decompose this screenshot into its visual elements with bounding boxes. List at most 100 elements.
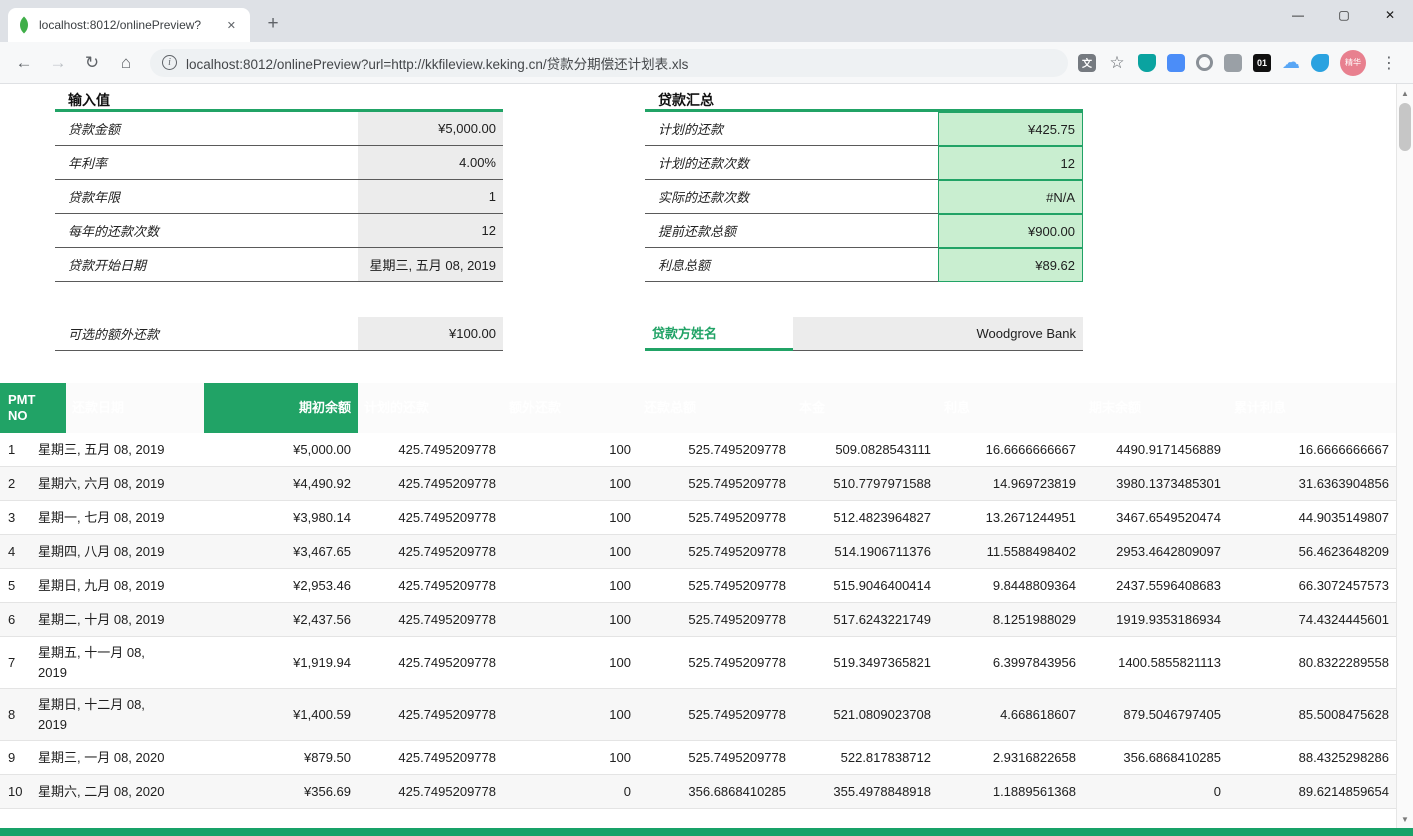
schedule-cell: 100 — [503, 472, 638, 495]
page-info-icon[interactable]: i — [162, 55, 177, 70]
schedule-cell: 3 — [0, 506, 33, 529]
schedule-cell: ¥3,467.65 — [204, 540, 358, 563]
extension-blue-icon[interactable] — [1167, 54, 1185, 72]
schedule-cell: 4 — [0, 540, 33, 563]
schedule-cell: 525.7495209778 — [638, 438, 793, 461]
field-row: 贷款年限1 — [55, 180, 503, 214]
reload-icon[interactable]: ↻ — [78, 49, 106, 77]
schedule-cell: 425.7495209778 — [358, 574, 503, 597]
bird-extension-icon[interactable] — [1311, 54, 1329, 72]
field-value: ¥900.00 — [938, 214, 1083, 248]
input-section: 输入值 贷款金额¥5,000.00年利率4.00%贷款年限1每年的还款次数12贷… — [55, 90, 503, 351]
bookmark-star-icon[interactable]: ☆ — [1107, 53, 1127, 73]
schedule-cell: 星期日, 九月 08, 2019 — [33, 572, 204, 600]
schedule-cell: 星期二, 十月 08, 2019 — [33, 606, 204, 634]
summary-section-title: 贷款汇总 — [645, 90, 1083, 109]
schedule-cell: 525.7495209778 — [638, 703, 793, 726]
table-row: 4星期四, 八月 08, 2019¥3,467.65425.7495209778… — [0, 535, 1396, 569]
address-bar[interactable]: i localhost:8012/onlinePreview?url=http:… — [150, 49, 1068, 77]
schedule-cell: ¥1,400.59 — [204, 703, 358, 726]
schedule-cell: ¥2,437.56 — [204, 608, 358, 631]
field-row: 提前还款总额¥900.00 — [645, 214, 1083, 248]
schedule-cell: 100 — [503, 651, 638, 674]
schedule-cell: 2437.5596408683 — [1083, 574, 1228, 597]
footer-accent-bar — [0, 828, 1413, 836]
tab-close-icon[interactable]: ✕ — [223, 17, 240, 34]
cloud-extension-icon[interactable]: ☁ — [1282, 54, 1300, 72]
profile-avatar[interactable]: 精华 — [1340, 50, 1366, 76]
field-label: 利息总额 — [645, 248, 938, 281]
schedule-cell: 16.6666666667 — [938, 438, 1083, 461]
scroll-up-icon[interactable]: ▲ — [1397, 85, 1413, 101]
schedule-cell: 11.5588498402 — [938, 540, 1083, 563]
schedule-cell: 9.8448809364 — [938, 574, 1083, 597]
schedule-header-cell: 还款总额 — [638, 383, 793, 433]
extension-gray-icon[interactable] — [1224, 54, 1242, 72]
schedule-cell: 6 — [0, 608, 33, 631]
field-value: ¥89.62 — [938, 248, 1083, 282]
schedule-cell: 44.9035149807 — [1228, 506, 1396, 529]
schedule-cell: 509.0828543111 — [793, 438, 938, 461]
new-tab-button[interactable]: + — [260, 11, 286, 37]
schedule-cell: 355.4978848918 — [793, 780, 938, 803]
schedule-cell: 星期五, 十一月 08, 2019 — [33, 639, 158, 686]
field-row: 年利率4.00% — [55, 146, 503, 180]
schedule-cell: 2 — [0, 472, 33, 495]
input-rows: 贷款金额¥5,000.00年利率4.00%贷款年限1每年的还款次数12贷款开始日… — [55, 112, 503, 282]
schedule-cell: 13.2671244951 — [938, 506, 1083, 529]
summary-spacer — [645, 282, 1083, 317]
schedule-cell: 9 — [0, 746, 33, 769]
browser-menu-icon[interactable]: ⋮ — [1377, 53, 1401, 73]
field-row: 计划的还款¥425.75 — [645, 112, 1083, 146]
table-row: 8星期日, 十二月 08, 2019¥1,400.59425.749520977… — [0, 689, 1396, 741]
schedule-cell: 356.6868410285 — [1083, 746, 1228, 769]
forward-icon[interactable]: → — [44, 49, 72, 77]
extension-ring-icon[interactable] — [1196, 54, 1213, 71]
schedule-cell: 1400.5855821113 — [1083, 651, 1228, 674]
close-button[interactable]: ✕ — [1367, 0, 1413, 30]
back-icon[interactable]: ← — [10, 49, 38, 77]
schedule-cell: 879.5046797405 — [1083, 703, 1228, 726]
extension-shield-icon[interactable] — [1138, 54, 1156, 72]
scrollbar-thumb[interactable] — [1399, 103, 1411, 151]
scroll-down-icon[interactable]: ▼ — [1397, 811, 1413, 827]
table-row: 5星期日, 九月 08, 2019¥2,953.46425.7495209778… — [0, 569, 1396, 603]
schedule-cell: 1.1889561368 — [938, 780, 1083, 803]
vertical-scrollbar[interactable]: ▲ ▼ — [1396, 84, 1413, 828]
input-section-title: 输入值 — [55, 90, 503, 109]
schedule-cell: 星期一, 七月 08, 2019 — [33, 504, 204, 532]
schedule-cell: 66.3072457573 — [1228, 574, 1396, 597]
schedule-cell: 356.6868410285 — [638, 780, 793, 803]
field-label: 提前还款总额 — [645, 214, 938, 247]
favicon-leaf-icon — [16, 17, 33, 34]
schedule-header-cell: 期末余额 — [1083, 383, 1228, 433]
schedule-cell: 80.8322289558 — [1228, 651, 1396, 674]
schedule-cell: 星期六, 六月 08, 2019 — [33, 470, 204, 498]
lender-label: 贷款方姓名 — [645, 317, 793, 351]
schedule-header-cell: 计划的还款 — [358, 383, 503, 433]
summary-rows: 计划的还款¥425.75计划的还款次数12实际的还款次数#N/A提前还款总额¥9… — [645, 112, 1083, 282]
schedule-cell: 525.7495209778 — [638, 506, 793, 529]
amortization-table: PMT NO还款日期期初余额计划的还款额外还款还款总额本金利息期末余额累计利息 … — [0, 383, 1396, 809]
translate-icon[interactable]: 文 — [1078, 54, 1096, 72]
schedule-cell: 100 — [503, 540, 638, 563]
field-row: 计划的还款次数12 — [645, 146, 1083, 180]
field-label: 可选的额外还款 — [55, 317, 358, 350]
field-value: ¥5,000.00 — [358, 112, 503, 145]
schedule-cell: 525.7495209778 — [638, 540, 793, 563]
url-text: localhost:8012/onlinePreview?url=http://… — [186, 53, 688, 73]
maximize-button[interactable]: ▢ — [1321, 0, 1367, 30]
minimize-button[interactable]: — — [1275, 0, 1321, 30]
schedule-header-cell: 还款日期 — [66, 383, 204, 433]
schedule-cell: 525.7495209778 — [638, 574, 793, 597]
field-label: 贷款年限 — [55, 180, 358, 213]
field-label: 计划的还款次数 — [645, 146, 938, 179]
schedule-cell: 517.6243221749 — [793, 608, 938, 631]
schedule-cell: 85.5008475628 — [1228, 703, 1396, 726]
extension-badge-icon[interactable]: 01 — [1253, 54, 1271, 72]
schedule-cell: 星期三, 五月 08, 2019 — [33, 436, 204, 464]
table-row: 6星期二, 十月 08, 2019¥2,437.56425.7495209778… — [0, 603, 1396, 637]
browser-tab[interactable]: localhost:8012/onlinePreview? ✕ — [8, 8, 250, 42]
schedule-cell: 56.4623648209 — [1228, 540, 1396, 563]
home-icon[interactable]: ⌂ — [112, 49, 140, 77]
